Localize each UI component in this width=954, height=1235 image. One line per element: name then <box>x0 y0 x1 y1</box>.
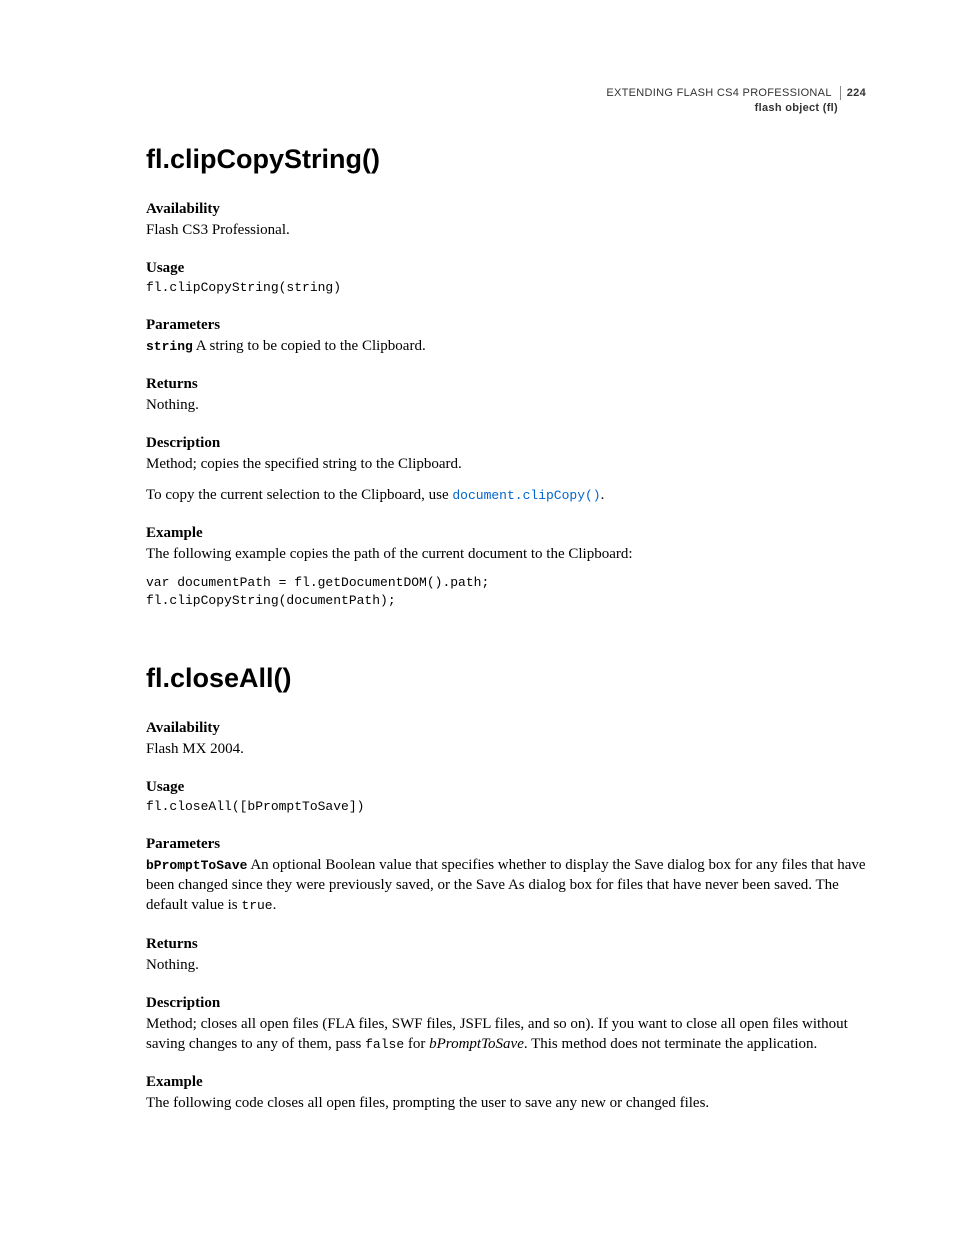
description-text: Method; copies the specified string to t… <box>146 454 866 474</box>
description-head-2: Description <box>146 995 866 1012</box>
example-code: var documentPath = fl.getDocumentDOM().p… <box>146 574 866 609</box>
param-desc-code-2: true <box>241 898 272 913</box>
desc2-code: false <box>365 1037 404 1052</box>
desc2-post: . This method does not terminate the app… <box>524 1036 817 1052</box>
desc-pre: To copy the current selection to the Cli… <box>146 487 452 503</box>
desc2-mid: for <box>404 1036 429 1052</box>
running-header: EXTENDING FLASH CS4 PROFESSIONAL 224 fla… <box>606 86 866 114</box>
page-number: 224 <box>847 87 866 99</box>
method-heading-closeall: fl.closeAll() <box>146 663 866 694</box>
method-heading-clipcopystring: fl.clipCopyString() <box>146 144 866 175</box>
usage-head: Usage <box>146 260 866 277</box>
availability-text: Flash CS3 Professional. <box>146 220 866 240</box>
example-head: Example <box>146 525 866 542</box>
desc2-param: bPromptToSave <box>429 1036 524 1052</box>
usage-code: fl.clipCopyString(string) <box>146 279 866 297</box>
header-section: flash object (fl) <box>606 102 866 114</box>
description-head: Description <box>146 435 866 452</box>
returns-text-2: Nothing. <box>146 955 866 975</box>
example-text: The following example copies the path of… <box>146 544 866 564</box>
availability-head: Availability <box>146 201 866 218</box>
usage-code-2: fl.closeAll([bPromptToSave]) <box>146 798 866 816</box>
parameters-head: Parameters <box>146 317 866 334</box>
param-desc-post-2: . <box>273 897 277 913</box>
returns-head-2: Returns <box>146 936 866 953</box>
clipcopy-link[interactable]: document.clipCopy() <box>452 488 600 503</box>
availability-head-2: Availability <box>146 720 866 737</box>
example-head-2: Example <box>146 1074 866 1091</box>
availability-text-2: Flash MX 2004. <box>146 739 866 759</box>
param-desc: A string to be copied to the Clipboard. <box>193 338 426 354</box>
example-text-2: The following code closes all open files… <box>146 1093 866 1113</box>
description-text-2: To copy the current selection to the Cli… <box>146 485 866 505</box>
usage-head-2: Usage <box>146 779 866 796</box>
parameters-head-2: Parameters <box>146 836 866 853</box>
param-name-2: bPromptToSave <box>146 858 247 873</box>
header-divider <box>840 86 841 100</box>
desc-post: . <box>601 487 605 503</box>
description-text-3: Method; closes all open files (FLA files… <box>146 1014 866 1055</box>
parameter-line-2: bPromptToSave An optional Boolean value … <box>146 855 866 916</box>
parameter-line: string A string to be copied to the Clip… <box>146 336 866 356</box>
returns-head: Returns <box>146 376 866 393</box>
param-name: string <box>146 339 193 354</box>
returns-text: Nothing. <box>146 395 866 415</box>
doc-title: EXTENDING FLASH CS4 PROFESSIONAL <box>606 87 831 99</box>
